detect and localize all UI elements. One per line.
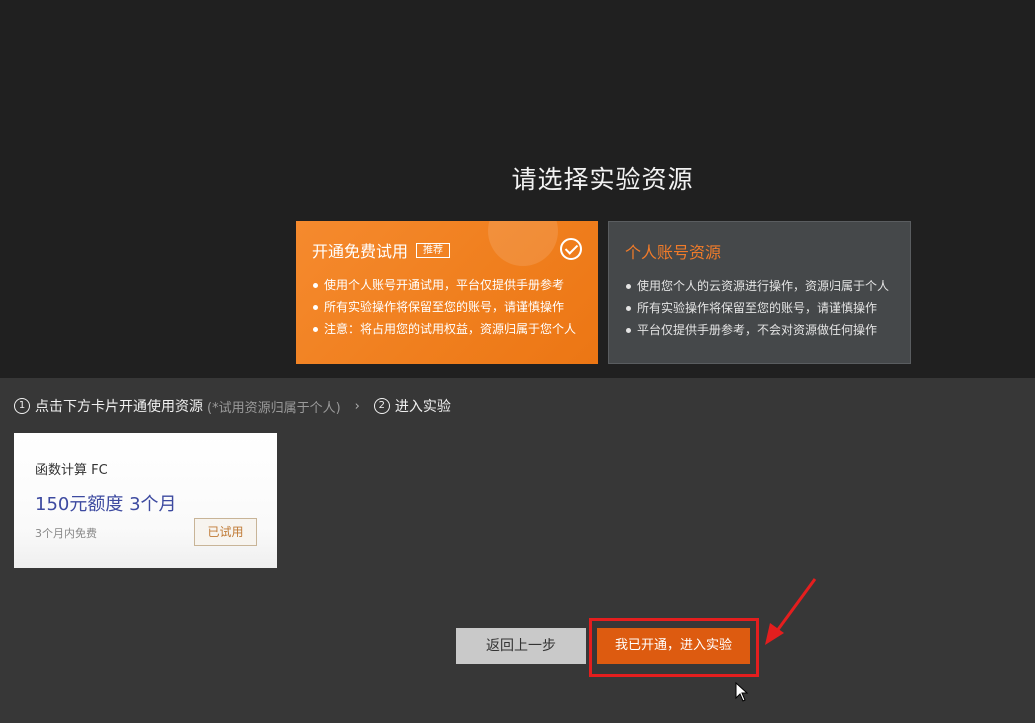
personal-account-card-header: 个人账号资源	[625, 240, 894, 262]
personal-account-bullet-list: 使用您个人的云资源进行操作，资源归属于个人 所有实验操作将保留至您的账号，请谨慎…	[625, 275, 894, 341]
free-trial-title: 开通免费试用	[312, 242, 409, 261]
step-1-label: 点击下方卡片开通使用资源	[35, 399, 203, 415]
back-button[interactable]: 返回上一步	[456, 628, 586, 664]
step-2-number-icon: 2	[373, 398, 390, 414]
tried-status-button[interactable]: 已试用	[194, 518, 257, 546]
step-2-label: 进入实验	[394, 399, 451, 415]
free-trial-bullet-list: 使用个人账号开通试用，平台仅提供手册参考 所有实验操作将保留至您的账号，请谨慎操…	[312, 274, 582, 340]
personal-account-title: 个人账号资源	[625, 243, 722, 262]
red-arrow-icon	[765, 578, 817, 645]
free-trial-bullet: 注意：将占用您的试用权益，资源归属于您个人	[312, 318, 582, 340]
step-1-note: (*试用资源归属于个人)	[207, 400, 341, 416]
chevron-right-icon: ›	[354, 398, 360, 414]
personal-account-bullet: 所有实验操作将保留至您的账号，请谨慎操作	[625, 297, 894, 319]
free-trial-bullet: 使用个人账号开通试用，平台仅提供手册参考	[312, 274, 582, 296]
product-subtitle: 3个月内免费	[35, 527, 97, 540]
mouse-cursor-icon	[735, 682, 749, 702]
product-name: 函数计算 FC	[35, 463, 108, 478]
enter-lab-button[interactable]: 我已开通，进入实验	[597, 628, 750, 664]
product-offer: 150元额度 3个月	[35, 494, 177, 515]
recommended-badge: 推荐	[416, 242, 451, 258]
product-card-fc[interactable]: 函数计算 FC 150元额度 3个月 3个月内免费 已试用	[14, 433, 277, 568]
personal-account-bullet: 平台仅提供手册参考，不会对资源做任何操作	[625, 319, 894, 341]
selected-check-icon	[560, 238, 582, 260]
steps-indicator: 1 点击下方卡片开通使用资源 (*试用资源归属于个人) › 2 进入实验	[14, 396, 451, 416]
personal-account-bullet: 使用您个人的云资源进行操作，资源归属于个人	[625, 275, 894, 297]
page-title: 请选择实验资源	[511, 165, 694, 194]
step-1-number-icon: 1	[14, 398, 30, 414]
free-trial-option-card[interactable]: 开通免费试用 推荐 使用个人账号开通试用，平台仅提供手册参考 所有实验操作将保留…	[296, 221, 598, 364]
personal-account-option-card[interactable]: 个人账号资源 使用您个人的云资源进行操作，资源归属于个人 所有实验操作将保留至您…	[608, 221, 911, 364]
free-trial-bullet: 所有实验操作将保留至您的账号，请谨慎操作	[312, 296, 582, 318]
